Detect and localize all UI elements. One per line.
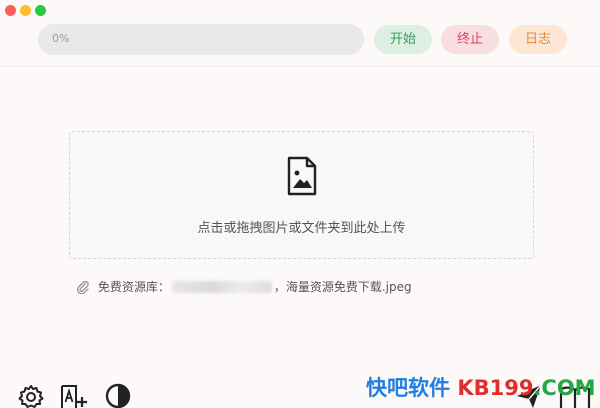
stop-button[interactable]: 终止 — [441, 25, 499, 54]
watermark-part-3: .COM — [533, 376, 596, 400]
start-button[interactable]: 开始 — [374, 25, 432, 54]
file-image-icon — [287, 156, 317, 196]
upload-dropzone[interactable]: 点击或拖拽图片或文件夹到此处上传 — [69, 131, 534, 259]
close-window-button[interactable] — [5, 5, 16, 16]
contrast-icon[interactable] — [104, 382, 132, 408]
gear-icon[interactable] — [17, 382, 45, 408]
file-name-prefix: 免费资源库： — [97, 280, 170, 294]
paperclip-icon — [77, 280, 89, 294]
log-button[interactable]: 日志 — [509, 25, 567, 54]
file-name-suffix: ，海量资源免费下载.jpeg — [273, 280, 412, 294]
title-bar — [0, 0, 600, 22]
font-size-icon[interactable] — [60, 382, 88, 408]
zoom-window-button[interactable] — [35, 5, 46, 16]
toolbar-divider — [0, 66, 600, 67]
blurred-url — [171, 280, 272, 293]
watermark-part-1: 快吧软件 — [366, 376, 450, 400]
progress-bar: 0% — [38, 24, 364, 55]
minimize-window-button[interactable] — [20, 5, 31, 16]
watermark: 快吧软件 KB199.COM — [366, 372, 596, 402]
progress-text: 0% — [52, 32, 70, 45]
selected-file: 免费资源库： ，海量资源免费下载.jpeg — [76, 278, 412, 296]
watermark-part-2: KB199 — [457, 376, 534, 400]
upload-hint: 点击或拖拽图片或文件夹到此处上传 — [197, 221, 406, 236]
